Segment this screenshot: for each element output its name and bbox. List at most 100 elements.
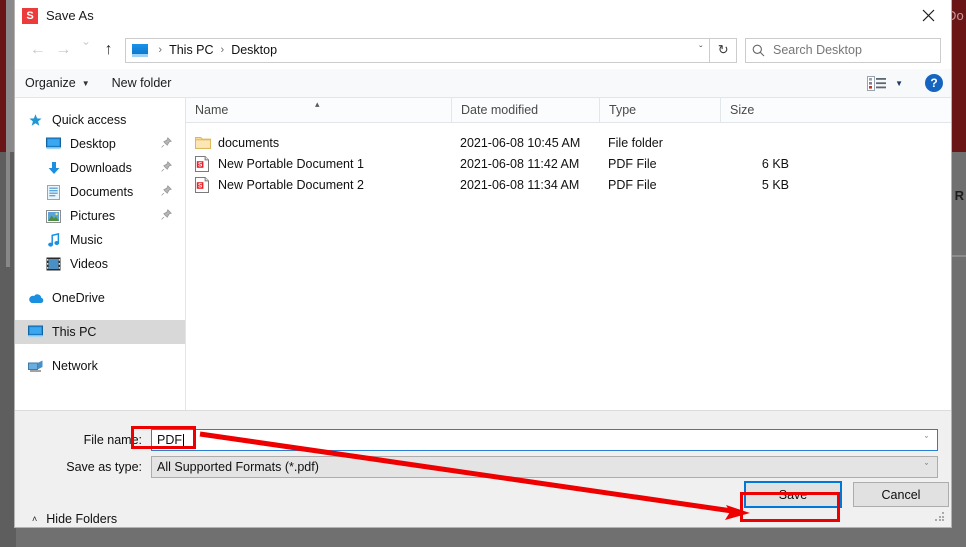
search-input[interactable]: Search Desktop bbox=[744, 37, 941, 63]
chevron-down-icon[interactable]: ˇ bbox=[699, 45, 705, 56]
file-name-label: New Portable Document 2 bbox=[218, 177, 364, 192]
this-pc-icon bbox=[132, 43, 149, 57]
column-header-type[interactable]: Type bbox=[599, 97, 720, 123]
sidebar-item-onedrive[interactable]: OneDrive bbox=[15, 286, 185, 310]
file-date-cell: 2021-06-08 11:34 AM bbox=[460, 177, 580, 192]
chevron-down-icon[interactable]: ˇ bbox=[925, 462, 928, 472]
sort-ascending-icon: ▴ bbox=[315, 98, 320, 109]
back-icon[interactable]: ← bbox=[25, 37, 51, 63]
desktop-icon bbox=[45, 136, 62, 152]
sidebar-item-music[interactable]: Music bbox=[15, 228, 185, 252]
sidebar-item-label: Network bbox=[52, 359, 98, 373]
breadcrumb-separator: › bbox=[158, 44, 163, 56]
sidebar-item-network[interactable]: Network bbox=[15, 354, 185, 378]
file-size-cell: 6 KB bbox=[761, 156, 789, 171]
cancel-button[interactable]: Cancel bbox=[853, 482, 949, 507]
sidebar-item-label: Videos bbox=[70, 257, 108, 271]
new-folder-label: New folder bbox=[111, 76, 172, 90]
savetype-row: Save as type: All Supported Formats (*.p… bbox=[15, 456, 953, 478]
savetype-value: All Supported Formats (*.pdf) bbox=[157, 460, 319, 474]
column-label: Date modified bbox=[461, 103, 539, 117]
sidebar-item-desktop[interactable]: Desktop bbox=[15, 132, 185, 156]
dialog-titlebar: S Save As bbox=[15, 0, 951, 31]
chevron-down-icon: ▼ bbox=[81, 78, 90, 88]
file-size-cell: 5 KB bbox=[761, 177, 789, 192]
file-type-cell: PDF File bbox=[608, 156, 657, 171]
filename-input[interactable]: PDF ˇ bbox=[151, 429, 938, 451]
dialog-footer: File name: PDF ˇ Save as type: All Suppo… bbox=[15, 410, 951, 527]
dialog-body: Quick access Desktop Downloads Documents… bbox=[15, 97, 951, 410]
file-name-cell: S New Portable Document 1 bbox=[186, 155, 451, 172]
file-type-cell: PDF File bbox=[608, 177, 657, 192]
downloads-icon bbox=[45, 160, 62, 176]
sidebar-item-label: Desktop bbox=[70, 137, 116, 151]
file-type-cell: File folder bbox=[608, 135, 663, 150]
table-row[interactable]: S New Portable Document 1 2021-06-08 11:… bbox=[186, 153, 951, 174]
organize-label: Organize bbox=[25, 76, 76, 90]
search-icon bbox=[752, 44, 765, 57]
refresh-icon[interactable]: ↻ bbox=[710, 37, 737, 63]
up-icon[interactable]: ↑ bbox=[96, 37, 122, 63]
column-header-name[interactable]: Name ▴ bbox=[186, 98, 451, 123]
column-header-date-modified[interactable]: Date modified bbox=[451, 97, 599, 123]
hide-folders-button[interactable]: ˄ Hide Folders bbox=[32, 512, 117, 526]
column-label: Name bbox=[195, 103, 229, 117]
pictures-icon bbox=[45, 208, 62, 224]
hide-folders-label: Hide Folders bbox=[46, 512, 118, 526]
text-caret bbox=[183, 433, 184, 447]
sidebar-item-downloads[interactable]: Downloads bbox=[15, 156, 185, 180]
breadcrumb-separator-2: › bbox=[220, 44, 225, 56]
breadcrumb-desktop[interactable]: Desktop bbox=[231, 43, 277, 57]
sidebar-item-this-pc[interactable]: This PC bbox=[15, 320, 185, 344]
pin-icon[interactable] bbox=[161, 209, 172, 223]
help-button[interactable]: ? bbox=[925, 74, 943, 92]
pdf-file-icon: S bbox=[195, 155, 211, 172]
breadcrumb-this-pc[interactable]: This PC bbox=[169, 43, 213, 57]
view-layout-icon[interactable] bbox=[867, 75, 887, 91]
sidebar-item-quick-access[interactable]: Quick access bbox=[15, 108, 185, 132]
column-label: Type bbox=[609, 103, 637, 117]
dialog-title: Save As bbox=[46, 8, 94, 23]
recent-locations-icon[interactable]: ˇ bbox=[76, 37, 96, 63]
sidebar-item-label: Documents bbox=[70, 185, 134, 199]
table-row[interactable]: documents 2021-06-08 10:45 AM File folde… bbox=[186, 132, 951, 153]
pdf-file-icon: S bbox=[195, 176, 211, 193]
file-list: Name ▴ Date modified Type Size documents… bbox=[186, 97, 951, 410]
savetype-select[interactable]: All Supported Formats (*.pdf) ˇ bbox=[151, 456, 938, 478]
sidebar-item-label: Downloads bbox=[70, 161, 132, 175]
pin-icon[interactable] bbox=[161, 137, 172, 151]
resize-grip[interactable] bbox=[935, 512, 946, 523]
folder-icon bbox=[195, 135, 211, 151]
new-folder-button[interactable]: New folder bbox=[112, 76, 172, 90]
chevron-down-icon[interactable]: ▼ bbox=[895, 79, 903, 88]
network-icon bbox=[27, 358, 44, 374]
organize-button[interactable]: Organize ▼ bbox=[25, 76, 90, 90]
pin-icon[interactable] bbox=[161, 185, 172, 199]
sidebar-item-label: Quick access bbox=[52, 113, 127, 127]
column-header-size[interactable]: Size bbox=[720, 97, 800, 123]
close-icon[interactable] bbox=[905, 0, 951, 31]
table-row[interactable]: S New Portable Document 2 2021-06-08 11:… bbox=[186, 174, 951, 195]
svg-text:S: S bbox=[198, 182, 203, 189]
sidebar-item-pictures[interactable]: Pictures bbox=[15, 204, 185, 228]
sidebar-item-label: Music bbox=[70, 233, 103, 247]
sidebar-item-videos[interactable]: Videos bbox=[15, 252, 185, 276]
videos-icon bbox=[45, 256, 62, 272]
pin-icon[interactable] bbox=[161, 161, 172, 175]
save-button[interactable]: Save bbox=[744, 481, 842, 508]
background-strip-left-upper bbox=[6, 152, 10, 267]
sidebar-item-label: Pictures bbox=[70, 209, 116, 223]
navigation-bar: ← → ˇ ↑ › This PC › Desktop ˇ ↻ Search D… bbox=[15, 31, 951, 69]
sidebar-item-label: This PC bbox=[52, 325, 97, 339]
address-bar[interactable]: › This PC › Desktop ˇ bbox=[125, 37, 711, 63]
chevron-down-icon[interactable]: ˇ bbox=[925, 435, 928, 445]
app-icon: S bbox=[22, 7, 38, 24]
save-as-dialog: S Save As ← → ˇ ↑ › This PC › Desktop ˇ … bbox=[14, 0, 952, 528]
savetype-label: Save as type: bbox=[66, 460, 142, 474]
forward-icon[interactable]: → bbox=[51, 37, 77, 63]
background-divider bbox=[950, 255, 966, 257]
sidebar-item-documents[interactable]: Documents bbox=[15, 180, 185, 204]
sidebar-item-label: OneDrive bbox=[52, 291, 105, 305]
